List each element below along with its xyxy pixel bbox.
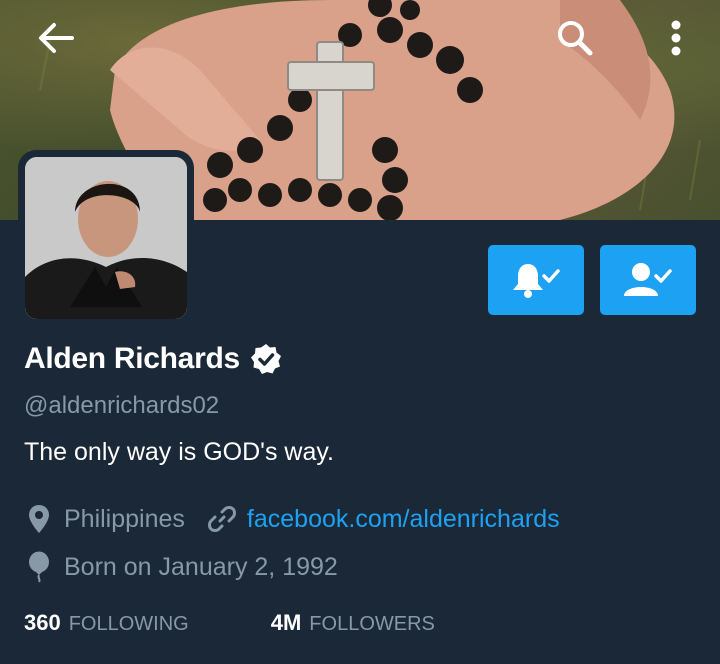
profile-location: Philippines [64, 504, 185, 533]
more-vertical-icon [671, 20, 681, 56]
location-pin-icon [24, 502, 54, 536]
profile-bio: The only way is GOD's way. [24, 438, 334, 466]
profile-name: Alden Richards [24, 342, 240, 375]
more-options-button[interactable] [656, 14, 696, 62]
profile-meta-row-location: Philippines facebook.com/aldenrichards [24, 502, 560, 536]
profile-handle: @aldenrichards02 [24, 392, 220, 419]
verified-badge-icon [250, 344, 281, 374]
profile-meta-row-birthday: Born on January 2, 1992 [24, 550, 338, 584]
bell-check-icon [513, 264, 560, 298]
notifications-button[interactable] [488, 245, 584, 315]
following-button[interactable] [600, 245, 696, 315]
followers-count: 4M [270, 610, 302, 635]
balloon-icon [24, 550, 54, 584]
search-icon [558, 21, 593, 56]
avatar[interactable] [25, 157, 187, 319]
avatar-frame [18, 150, 194, 326]
following-label: FOLLOWING [68, 613, 189, 635]
back-button[interactable] [30, 16, 82, 60]
following-count: 360 [24, 610, 61, 635]
profile-website-link[interactable]: facebook.com/aldenrichards [247, 505, 560, 534]
link-icon [207, 502, 237, 536]
search-button[interactable] [550, 14, 600, 62]
profile-name-row: Alden Richards [24, 342, 282, 376]
arrow-left-icon [39, 23, 74, 53]
following-stat[interactable]: 360 FOLLOWING [24, 610, 189, 636]
profile-stats: 360 FOLLOWING 4M FOLLOWERS [24, 610, 435, 636]
followers-stat[interactable]: 4M FOLLOWERS [271, 610, 435, 636]
avatar-photo [25, 157, 187, 319]
user-check-icon [624, 263, 672, 296]
followers-label: FOLLOWERS [309, 613, 435, 635]
profile-birthdate: Born on January 2, 1992 [64, 552, 338, 581]
